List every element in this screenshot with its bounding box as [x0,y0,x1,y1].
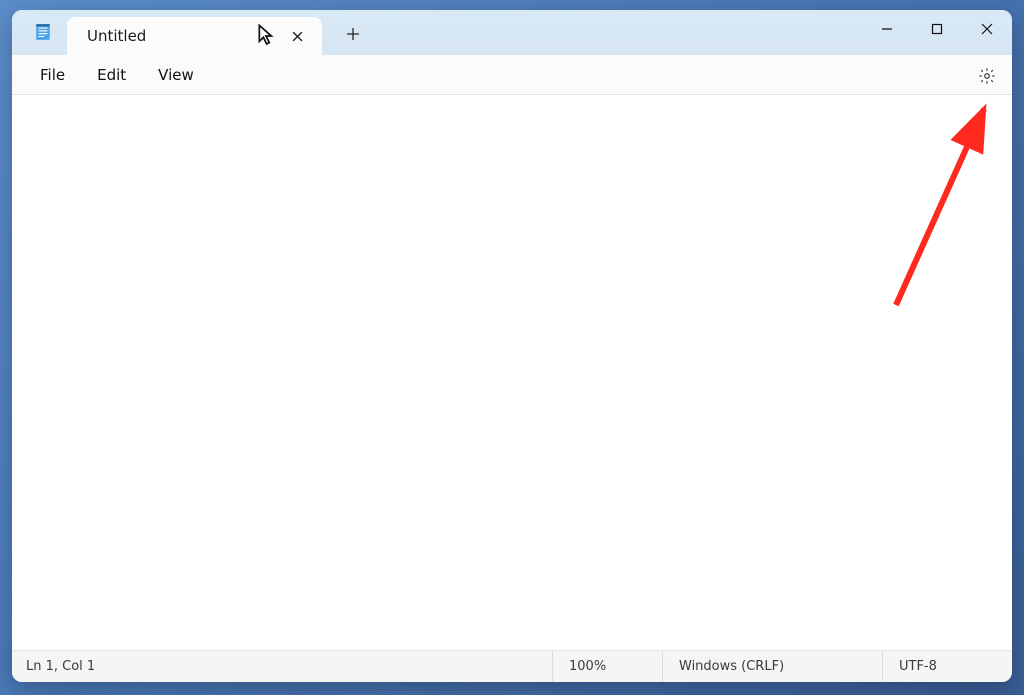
statusbar: Ln 1, Col 1 100% Windows (CRLF) UTF-8 [12,650,1012,682]
titlebar: Untitled [12,10,1012,55]
menu-view[interactable]: View [142,60,210,90]
text-editor[interactable] [12,95,1012,650]
minimize-button[interactable] [862,10,912,48]
menu-edit[interactable]: Edit [81,60,142,90]
tab-title: Untitled [87,27,146,45]
status-encoding[interactable]: UTF-8 [882,651,1012,682]
app-window: Untitled [12,10,1012,682]
maximize-button[interactable] [912,10,962,48]
menubar: File Edit View [12,55,1012,95]
close-window-button[interactable] [962,10,1012,48]
status-line-ending[interactable]: Windows (CRLF) [662,651,882,682]
cursor-arrow-icon [258,24,274,44]
window-controls [862,10,1012,48]
tab[interactable]: Untitled [67,17,322,55]
new-tab-button[interactable] [342,23,364,45]
settings-button[interactable] [974,63,1000,89]
menu-file[interactable]: File [24,60,81,90]
status-zoom[interactable]: 100% [552,651,662,682]
notepad-icon [34,23,52,41]
tab-close-button[interactable] [286,25,308,47]
status-position: Ln 1, Col 1 [12,651,111,682]
